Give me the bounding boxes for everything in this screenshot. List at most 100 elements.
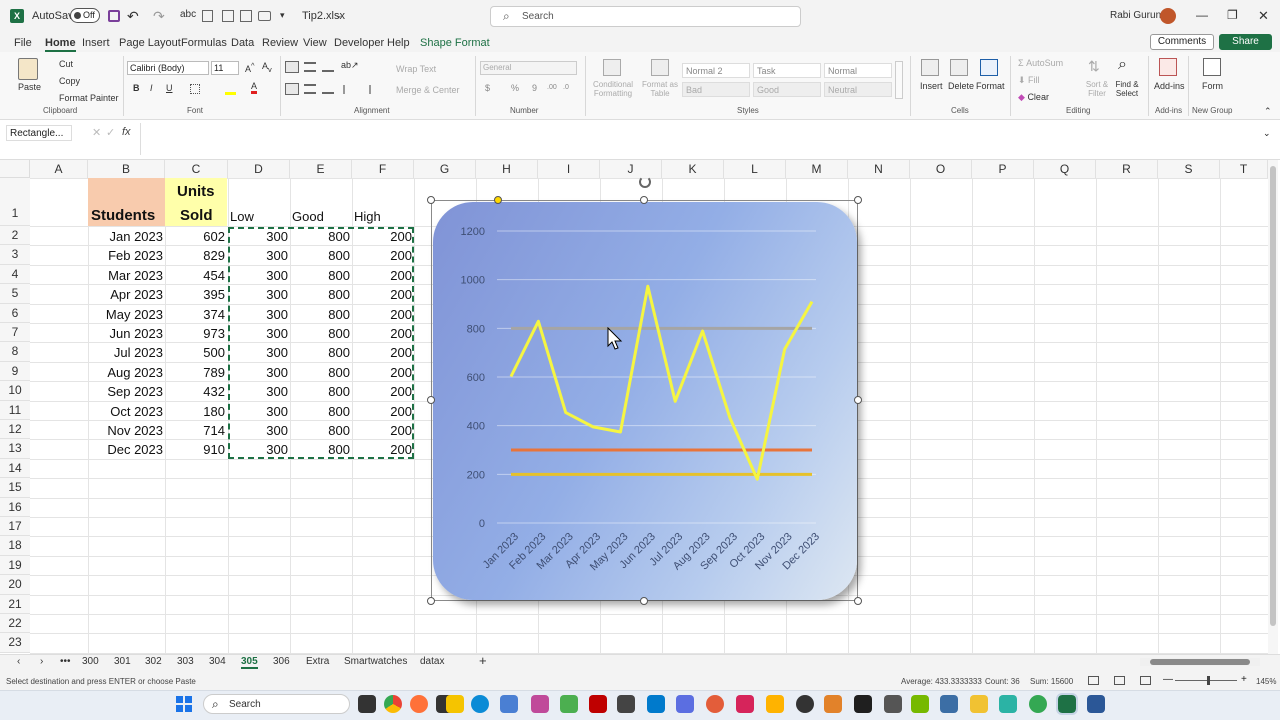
resize-handle[interactable] — [854, 396, 862, 404]
add-sheet-icon[interactable]: + — [479, 653, 487, 668]
cell-month[interactable]: Aug 2023 — [88, 363, 163, 382]
scroll-thumb[interactable] — [1270, 166, 1276, 626]
cell-month[interactable]: Dec 2023 — [88, 440, 163, 459]
autosum-button[interactable]: Σ AutoSum — [1018, 58, 1063, 68]
cell-units[interactable]: 432 — [165, 382, 225, 401]
tab-developer[interactable]: Developer — [334, 37, 384, 49]
align-right-icon[interactable] — [322, 84, 334, 94]
resize-handle[interactable] — [427, 396, 435, 404]
collapse-ribbon-icon[interactable]: ⌃ — [1264, 106, 1272, 117]
cell-units[interactable]: 374 — [165, 305, 225, 324]
tab-insert[interactable]: Insert — [82, 37, 110, 49]
column-header-n[interactable]: N — [848, 160, 910, 178]
tab-review[interactable]: Review — [262, 37, 298, 49]
page-break-view-icon[interactable] — [1140, 676, 1151, 685]
row-header-22[interactable]: 22 — [0, 614, 30, 634]
font-color-icon[interactable]: A — [251, 81, 258, 94]
form-icon[interactable] — [202, 10, 213, 22]
vscode-icon[interactable] — [647, 695, 665, 713]
tab-data[interactable]: Data — [231, 37, 254, 49]
avatar[interactable] — [1160, 8, 1176, 24]
number-format-select[interactable]: General — [480, 61, 577, 75]
sheet-tab-extra[interactable]: Extra — [306, 656, 329, 667]
zoom-out-icon[interactable]: — — [1163, 674, 1173, 685]
row-header-11[interactable]: 11 — [0, 400, 30, 420]
cell-style-normal2[interactable]: Normal 2 — [682, 63, 750, 78]
styles-scroll[interactable] — [895, 61, 903, 99]
format-cells-button[interactable]: Format — [976, 81, 1005, 91]
cell-month[interactable]: Feb 2023 — [88, 246, 163, 265]
column-header-q[interactable]: Q — [1034, 160, 1096, 178]
increase-indent-icon[interactable] — [361, 85, 371, 94]
app-icon[interactable] — [911, 695, 929, 713]
cancel-icon[interactable]: ✕ — [92, 126, 101, 139]
snipping-icon[interactable] — [531, 695, 549, 713]
tab-page-layout[interactable]: Page Layout — [119, 37, 181, 49]
zoom-slider-thumb[interactable] — [1207, 676, 1210, 685]
more-sheets-icon[interactable]: ••• — [60, 656, 71, 667]
cell-units[interactable]: 714 — [165, 421, 225, 440]
conditional-formatting-icon[interactable] — [603, 59, 621, 76]
taskbar-search[interactable]: ⌕ Search — [203, 694, 350, 714]
cell-month[interactable]: Jun 2023 — [88, 324, 164, 343]
app-icon[interactable] — [1029, 695, 1047, 713]
align-top-icon[interactable] — [285, 61, 299, 73]
column-header-l[interactable]: L — [724, 160, 786, 178]
format-table-icon[interactable] — [651, 59, 669, 76]
app-icon[interactable] — [617, 695, 635, 713]
redo-icon[interactable]: ↷ — [153, 8, 165, 25]
percent-icon[interactable]: % — [511, 83, 519, 93]
cell-month[interactable]: May 2023 — [88, 305, 163, 324]
cell-units[interactable]: 500 — [165, 343, 225, 362]
user-name[interactable]: Rabi Gurung — [1110, 10, 1167, 21]
align-center-icon[interactable] — [304, 84, 316, 94]
grow-font-icon[interactable]: A^ — [245, 61, 255, 74]
row-header-19[interactable]: 19 — [0, 555, 30, 576]
column-header-r[interactable]: R — [1096, 160, 1158, 178]
row-header-10[interactable]: 10 — [0, 381, 30, 401]
camera-icon[interactable] — [258, 11, 271, 21]
sort-filter-button[interactable]: Sort & Filter — [1082, 80, 1112, 98]
resize-handle[interactable] — [427, 597, 435, 605]
find-select-button[interactable]: Find & Select — [1111, 80, 1143, 98]
format-as-table-button[interactable]: Format as Table — [640, 80, 680, 98]
row-header-7[interactable]: 7 — [0, 323, 30, 343]
column-header-f[interactable]: F — [352, 160, 414, 178]
align-middle-icon[interactable] — [304, 62, 316, 72]
filezilla-icon[interactable] — [589, 695, 607, 713]
app-icon[interactable] — [706, 695, 724, 713]
windows-start-icon[interactable] — [176, 696, 192, 712]
resize-handle[interactable] — [854, 196, 862, 204]
horizontal-scrollbar[interactable] — [1140, 658, 1260, 666]
delete-cells-button[interactable]: Delete — [948, 81, 974, 91]
merge-center-button[interactable]: Merge & Center — [396, 85, 460, 95]
tab-formulas[interactable]: Formulas — [181, 37, 227, 49]
row-header-1[interactable]: 1 — [0, 178, 30, 226]
row-header-23[interactable]: 23 — [0, 633, 30, 653]
comments-button[interactable]: Comments — [1150, 34, 1214, 50]
row-header-5[interactable]: 5 — [0, 284, 30, 304]
cell-month[interactable]: Sep 2023 — [88, 382, 163, 401]
row-header-4[interactable]: 4 — [0, 264, 30, 285]
app-icon[interactable] — [766, 695, 784, 713]
column-header-d[interactable]: D — [228, 160, 290, 178]
cell-month[interactable]: Jul 2023 — [88, 343, 163, 362]
cell-units[interactable]: 180 — [165, 402, 225, 421]
cell-units[interactable]: 602 — [165, 227, 225, 246]
column-header-b[interactable]: B — [88, 160, 165, 178]
cell-month[interactable]: Jan 2023 — [88, 227, 164, 246]
paste-icon[interactable] — [18, 58, 38, 80]
sheet-tab-datax[interactable]: datax — [420, 656, 444, 667]
app-icon[interactable] — [884, 695, 902, 713]
normal-view-icon[interactable] — [1088, 676, 1099, 685]
form-icon[interactable] — [1203, 58, 1221, 76]
folder-icon[interactable] — [970, 695, 988, 713]
save-icon[interactable] — [108, 10, 120, 22]
column-header-i[interactable]: I — [538, 160, 600, 178]
vertical-scrollbar[interactable] — [1268, 160, 1278, 654]
format-painter-button[interactable]: Format Painter — [59, 93, 119, 103]
status-count[interactable]: Count: 36 — [985, 677, 1020, 686]
sheet-tab-301[interactable]: 301 — [114, 656, 131, 667]
cell-month[interactable]: Nov 2023 — [88, 421, 163, 440]
h-scroll-thumb[interactable] — [1150, 659, 1250, 665]
